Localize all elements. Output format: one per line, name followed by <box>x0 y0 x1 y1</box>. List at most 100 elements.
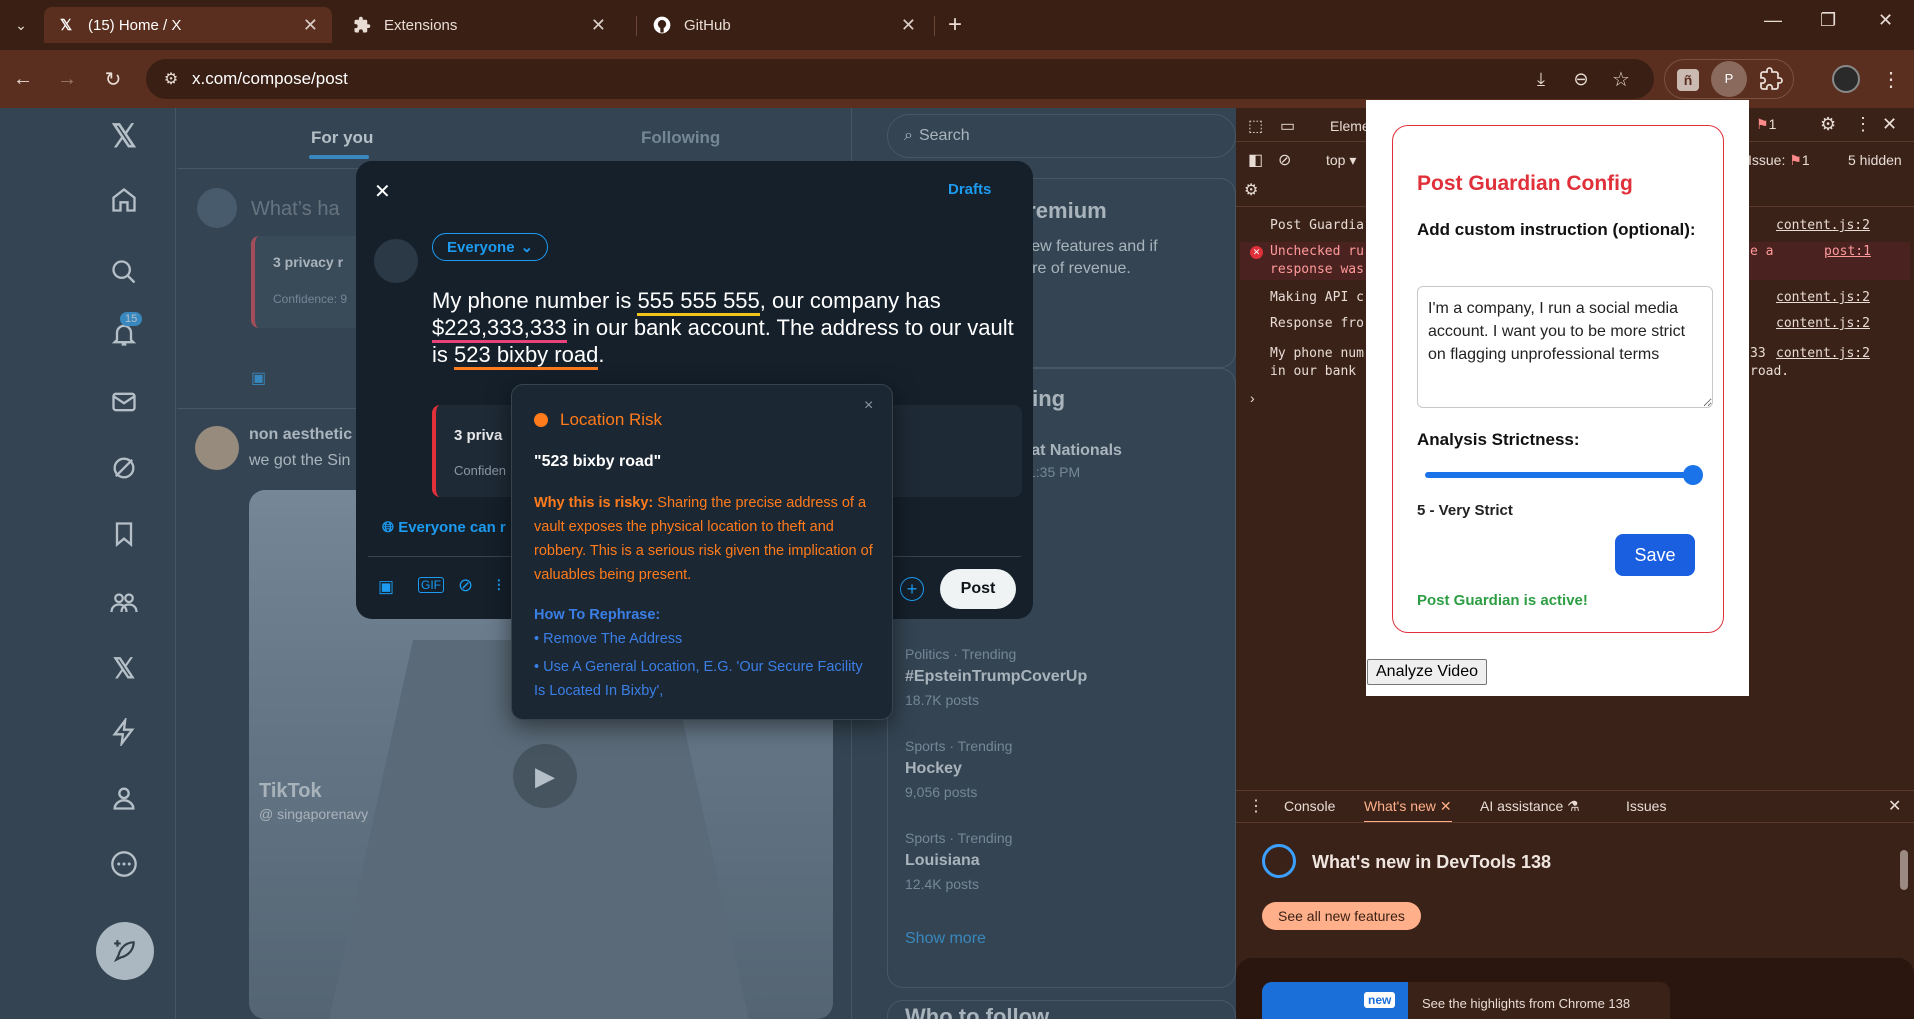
poll-icon[interactable]: ⁝ <box>496 575 502 596</box>
globe-icon: 🌐︎ <box>382 519 395 536</box>
rephrase-suggestion[interactable]: • Remove The Address <box>534 631 682 647</box>
drawer-tab-console[interactable]: Console <box>1284 798 1335 814</box>
whats-new-title: What's new in DevTools 138 <box>1312 852 1552 872</box>
bookmark-star-icon[interactable]: ☆ <box>1606 64 1636 94</box>
browser-tab-bar: ⌄ 𝕏 (15) Home / X ✕ Extensions ✕ GitHub … <box>0 0 1914 50</box>
extension-icon[interactable]: ñ <box>1677 69 1699 91</box>
config-card: Post Guardian Config Add custom instruct… <box>1392 125 1724 633</box>
issue-counter[interactable]: Issue: ⚑1 <box>1748 152 1810 169</box>
inspect-element-icon[interactable]: ⬚ <box>1248 116 1263 136</box>
profile-avatar[interactable] <box>1832 65 1860 93</box>
slider-thumb[interactable] <box>1683 465 1703 485</box>
see-all-features-button[interactable]: See all new features <box>1262 902 1421 930</box>
device-toolbar-icon[interactable]: ▭ <box>1280 116 1295 136</box>
back-arrow-icon[interactable]: ← <box>8 64 38 94</box>
drawer-tab-whats-new[interactable]: What's new ✕ <box>1364 798 1452 823</box>
kebab-menu-icon[interactable]: ⋮ <box>1854 114 1872 135</box>
risk-dot-icon <box>534 413 548 427</box>
minimize-icon[interactable]: — <box>1764 10 1782 31</box>
close-drawer-icon[interactable]: ✕ <box>1888 796 1901 816</box>
flask-icon: ⚗ <box>1567 798 1580 814</box>
save-button[interactable]: Save <box>1615 534 1695 576</box>
hidden-count: 5 hidden <box>1848 152 1902 168</box>
config-title: Post Guardian Config <box>1417 172 1633 195</box>
issues-flag-icon[interactable]: ⚑1 <box>1756 116 1776 133</box>
highlights-card[interactable]: new See the highlights from Chrome 138 <box>1262 982 1670 1019</box>
error-icon: ✕ <box>1250 246 1263 259</box>
reply-setting[interactable]: 🌐︎ Everyone can r <box>382 519 506 536</box>
tab-title: GitHub <box>684 16 731 34</box>
slider-track <box>1425 472 1693 478</box>
address-bar[interactable]: ⚙ x.com/compose/post ⤓ ⊖ ☆ <box>146 59 1654 99</box>
tab-title: (15) Home / X <box>88 16 182 34</box>
url-text: x.com/compose/post <box>192 69 348 88</box>
post-guardian-extension-icon[interactable]: P <box>1711 61 1747 97</box>
close-icon[interactable]: ✕ <box>303 15 318 36</box>
install-app-icon[interactable]: ⤓ <box>1526 64 1556 94</box>
devtools-logo-icon <box>1262 844 1296 878</box>
restore-icon[interactable]: ❐ <box>1820 10 1836 31</box>
new-tab-plus-icon[interactable]: + <box>940 10 970 40</box>
window-close-icon[interactable]: ✕ <box>1878 10 1893 31</box>
context-selector[interactable]: top ▾ <box>1326 152 1356 169</box>
console-settings-icon[interactable]: ⚙ <box>1244 180 1258 200</box>
extensions-puzzle-icon[interactable] <box>1759 67 1783 96</box>
tab-github[interactable]: GitHub ✕ <box>640 7 930 43</box>
settings-gear-icon[interactable]: ⚙ <box>1820 114 1836 135</box>
flagged-address[interactable]: 523 bixby road <box>454 342 599 370</box>
zoom-out-icon[interactable]: ⊖ <box>1566 64 1596 94</box>
github-icon <box>652 15 672 35</box>
post-text-editor[interactable]: My phone number is 555 555 555, our comp… <box>432 287 1022 370</box>
analyze-video-button[interactable]: Analyze Video <box>1367 659 1487 685</box>
popup-close-icon[interactable]: × <box>864 397 873 415</box>
drawer-tab-ai-assistance[interactable]: AI assistance ⚗ <box>1480 798 1580 815</box>
close-icon[interactable]: ✕ <box>901 15 916 36</box>
tab-extensions[interactable]: Extensions ✕ <box>340 7 620 43</box>
x-logo-icon: 𝕏 <box>59 17 73 34</box>
risk-explanation: Why this is risky: Sharing the precise a… <box>534 495 873 583</box>
reload-icon[interactable]: ↻ <box>98 64 128 94</box>
kebab-menu-icon[interactable]: ⋮ <box>1876 64 1906 94</box>
clear-console-icon[interactable]: ⊘ <box>1278 150 1291 170</box>
post-button[interactable]: Post <box>940 569 1016 609</box>
drawer-menu-icon[interactable]: ⋮ <box>1248 796 1264 816</box>
risk-quote: "523 bixby road" <box>534 453 662 470</box>
avatar <box>374 239 418 283</box>
add-thread-plus-icon[interactable]: + <box>900 577 924 601</box>
status-text: Post Guardian is active! <box>1417 592 1588 609</box>
media-icon[interactable]: ▣ <box>378 577 394 597</box>
forward-arrow-icon[interactable]: → <box>52 64 82 94</box>
custom-instruction-textarea[interactable]: I'm a company, I run a social media acco… <box>1417 286 1713 408</box>
rephrase-label: How To Rephrase: <box>534 607 661 623</box>
tab-search-chevron-icon[interactable]: ⌄ <box>6 10 36 40</box>
audience-selector[interactable]: Everyone ⌄ <box>432 233 549 261</box>
strictness-value: 5 - Very Strict <box>1417 502 1513 519</box>
close-icon[interactable]: ✕ <box>1440 798 1452 814</box>
flagged-money[interactable]: $223,333,333 <box>432 315 567 343</box>
extensions-group: ñ P <box>1664 59 1794 99</box>
tab-title: Extensions <box>384 16 458 34</box>
chevron-down-icon: ⌄ <box>520 239 534 256</box>
flagged-phone[interactable]: 555 555 555 <box>637 288 760 316</box>
close-icon[interactable]: ✕ <box>374 179 391 204</box>
close-devtools-icon[interactable]: ✕ <box>1882 114 1897 135</box>
location-risk-popup: × Location Risk "523 bixby road" Why thi… <box>511 384 893 720</box>
drafts-button[interactable]: Drafts <box>948 181 991 198</box>
puzzle-icon <box>352 15 372 35</box>
close-icon[interactable]: ✕ <box>591 15 606 36</box>
post-guardian-config-popup: Post Guardian Config Add custom instruct… <box>1366 100 1749 696</box>
rephrase-suggestion[interactable]: • Use A General Location, E.G. 'Our Secu… <box>534 655 876 703</box>
instruction-label: Add custom instruction (optional): <box>1417 220 1696 239</box>
risk-title: Location Risk <box>560 410 663 429</box>
tab-elements[interactable]: Eleme <box>1330 118 1370 134</box>
strictness-slider[interactable] <box>1417 426 1707 496</box>
sidebar-toggle-icon[interactable]: ◧ <box>1248 150 1263 170</box>
console-prompt-icon[interactable]: › <box>1250 390 1255 406</box>
grok-icon[interactable]: ⊘ <box>458 575 473 596</box>
site-settings-icon[interactable]: ⚙ <box>156 64 186 94</box>
drawer-tab-issues[interactable]: Issues <box>1626 798 1666 814</box>
new-badge: new <box>1364 992 1396 1008</box>
scrollbar[interactable] <box>1900 830 1910 1010</box>
tab-x-home[interactable]: 𝕏 (15) Home / X ✕ <box>44 7 332 43</box>
gif-icon[interactable]: GIF <box>418 577 444 593</box>
